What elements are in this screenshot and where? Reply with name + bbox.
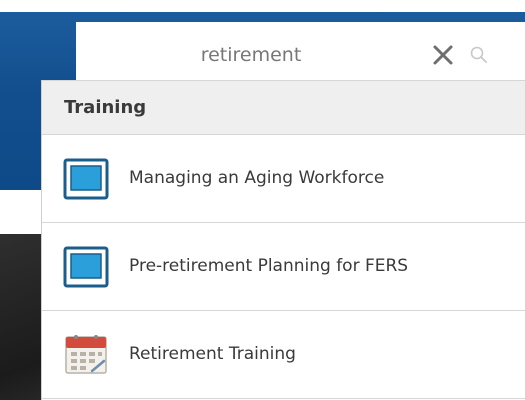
search-input[interactable] <box>76 22 426 88</box>
computer-screen-icon <box>62 243 110 291</box>
results-section-header: Training <box>42 80 525 135</box>
search-bar <box>76 22 525 88</box>
top-strip <box>0 0 525 12</box>
result-item-managing-aging-workforce[interactable]: Managing an Aging Workforce <box>42 135 525 223</box>
result-item-label: Retirement Training <box>129 344 296 364</box>
calendar-icon <box>62 331 110 379</box>
result-item-label: Pre-retirement Planning for FERS <box>129 256 409 276</box>
computer-screen-icon <box>62 155 110 203</box>
close-icon[interactable] <box>426 38 460 72</box>
section-title: Training <box>64 97 147 118</box>
result-item-retirement-training[interactable]: Retirement Training <box>42 311 525 399</box>
result-item-label: Managing an Aging Workforce <box>129 168 385 188</box>
result-item-pre-retirement-planning[interactable]: Pre-retirement Planning for FERS <box>42 223 525 311</box>
search-icon[interactable] <box>468 44 490 66</box>
search-results-dropdown: Training Managing an Aging Workforce Pre… <box>41 80 525 400</box>
